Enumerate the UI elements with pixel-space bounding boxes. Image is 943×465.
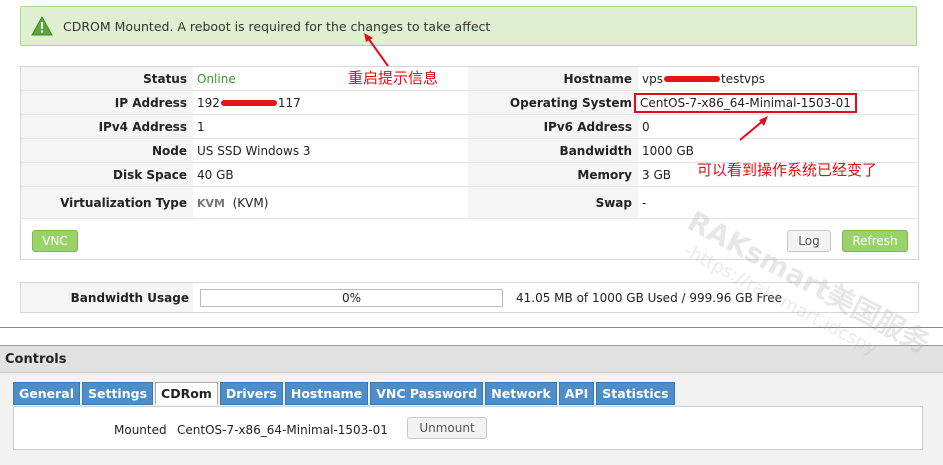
tab-network[interactable]: Network [485,382,557,405]
memory-value: 3 GB [642,167,671,182]
bandwidth-label: Bandwidth [559,143,632,158]
hostname-prefix: vps [642,71,663,86]
section-divider [0,327,943,328]
mounted-value: CentOS-7-x86_64-Minimal-1503-01 [177,423,388,437]
swap-label: Swap [595,195,632,210]
disk-space-value: 40 GB [197,167,234,182]
virtualization-label: Virtualization Type [60,195,187,210]
log-button[interactable]: Log [787,230,831,252]
kvm-logo: KVM [197,196,225,210]
controls-tabs: General Settings CDRom Drivers Hostname … [13,382,675,405]
bandwidth-progress-bar: 0% [200,289,503,307]
ip-address-label: IP Address [114,95,187,110]
bandwidth-usage-panel: Bandwidth Usage 0% 41.05 MB of 1000 GB U… [20,282,919,313]
status-label: Status [143,71,187,86]
refresh-button[interactable]: Refresh [842,230,908,252]
mounted-label: Mounted [114,423,167,437]
swap-value: - [642,195,647,210]
reboot-annotation: 重启提示信息 [348,69,439,87]
info-row: IP Address 192 117 Operating System CentO… [21,91,918,115]
cdrom-tab-content: Mounted CentOS-7-x86_64-Minimal-1503-01 … [13,406,923,450]
ip-address-value: 192 117 [193,96,301,110]
bandwidth-value: 1000 GB [642,143,694,158]
ipv6-value: 0 [642,119,650,134]
info-row: Virtualization Type KVM (KVM) Swap - [21,187,918,219]
info-row: Status Online Hostname vps testvps [21,67,918,91]
tab-general[interactable]: General [13,382,80,405]
tab-hostname[interactable]: Hostname [284,382,369,405]
memory-label: Memory [577,167,632,182]
os-change-annotation: 可以看到操作系统已经变了 [697,161,878,179]
unmount-button[interactable]: Unmount [407,417,487,439]
tab-statistics[interactable]: Statistics [596,382,675,405]
os-label: Operating System [509,95,632,110]
warning-icon [31,16,53,36]
vnc-button[interactable]: VNC [32,230,78,252]
hostname-suffix: testvps [720,71,765,86]
bandwidth-percent: 0% [341,291,362,305]
tab-settings[interactable]: Settings [82,382,154,405]
ipv4-label: IPv4 Address [98,119,187,134]
hostname-value: vps testvps [638,72,765,86]
tab-drivers[interactable]: Drivers [219,382,283,405]
controls-panel: Controls General Settings CDRom Drivers … [0,345,943,465]
node-value: US SSD Windows 3 [197,143,311,158]
alert-message: CDROM Mounted. A reboot is required for … [63,18,491,34]
hostname-label: Hostname [563,71,632,86]
tab-api[interactable]: API [558,382,595,405]
os-value: CentOS-7-x86_64-Minimal-1503-01 [634,92,857,113]
tab-cdrom[interactable]: CDRom [155,382,218,405]
ip-prefix: 192 [197,95,220,110]
ipv6-label: IPv6 Address [543,119,632,134]
ip-suffix: 117 [277,95,301,110]
controls-title: Controls [0,346,943,373]
success-alert: CDROM Mounted. A reboot is required for … [20,6,917,46]
bandwidth-usage-label: Bandwidth Usage [21,283,193,312]
redaction-mark [220,100,277,106]
status-value: Online [197,71,236,86]
disk-space-label: Disk Space [113,167,187,182]
info-row: IPv4 Address 1 IPv6 Address 0 [21,115,918,139]
node-label: Node [151,143,187,158]
tab-vnc-password[interactable]: VNC Password [370,382,484,405]
redaction-mark [663,76,720,82]
bandwidth-summary: 41.05 MB of 1000 GB Used / 999.96 GB Fre… [516,290,782,305]
virtualization-value: KVM (KVM) [193,196,268,210]
ipv4-value: 1 [197,119,205,134]
virtualization-suffix: (KVM) [232,195,269,210]
